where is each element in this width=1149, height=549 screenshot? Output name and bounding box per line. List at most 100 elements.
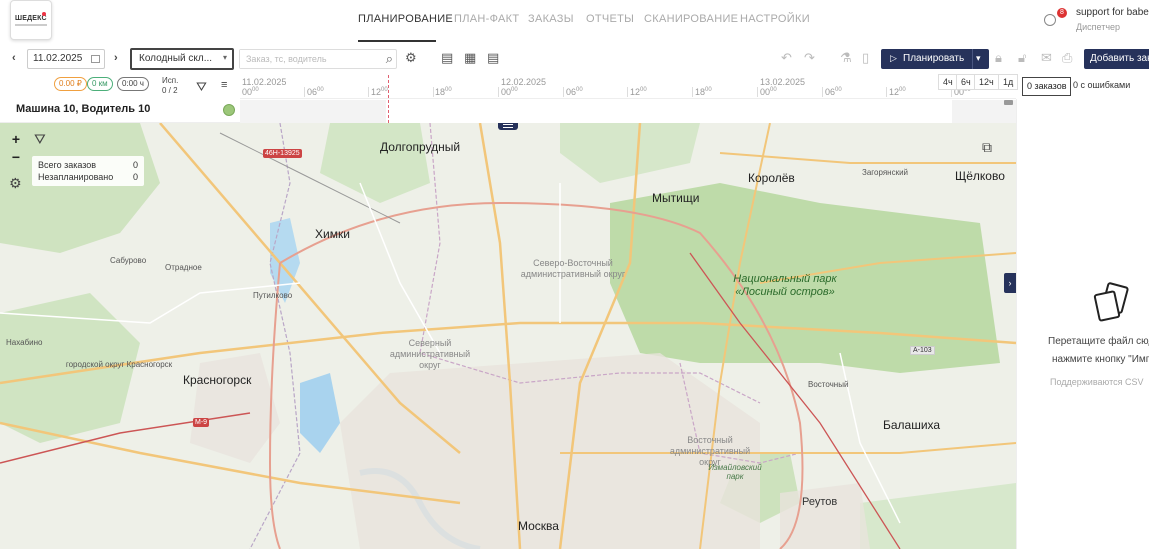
map-label-korolev: Королёв bbox=[748, 171, 795, 185]
map-label-shchelkovo: Щёлково bbox=[955, 169, 1005, 183]
optimize-icon[interactable]: ⚗ bbox=[840, 50, 852, 66]
search-input[interactable] bbox=[240, 50, 370, 68]
warehouse-select[interactable]: Колодный скл... ▾ bbox=[130, 48, 234, 70]
app-header: ШЕДЕКС ПЛАНИРОВАНИЕ ПЛАН-ФАКТ ЗАКАЗЫ ОТЧ… bbox=[0, 0, 1149, 42]
map-label-moskva: Москва bbox=[518, 519, 559, 533]
user-status-icon[interactable] bbox=[1044, 14, 1056, 26]
lock-icon[interactable]: 🔒︎ bbox=[995, 50, 1002, 66]
chevron-down-icon: ▾ bbox=[222, 53, 227, 62]
unplanned-value: 0 bbox=[132, 172, 138, 182]
timeline-tick bbox=[627, 87, 628, 97]
road-badge: А-103 bbox=[910, 346, 935, 355]
timeline-tick bbox=[304, 87, 305, 97]
timeline-hour: 1200 bbox=[371, 87, 388, 97]
nav-active-underline bbox=[358, 40, 436, 42]
timeline-hour: 0600 bbox=[307, 87, 324, 97]
used-value: 0 / 2 bbox=[162, 86, 178, 95]
timeline-tick bbox=[822, 87, 823, 97]
sort-icon[interactable]: ≡ bbox=[221, 79, 227, 91]
qr-code-icon[interactable]: ▦ bbox=[464, 50, 476, 66]
mail-icon[interactable]: ✉ bbox=[1041, 50, 1052, 66]
duration-badge: 0:00 ч bbox=[117, 77, 149, 91]
document-icon[interactable]: ▯ bbox=[862, 50, 869, 66]
supported-formats: Поддерживаются CSV bbox=[1050, 377, 1144, 387]
app-logo[interactable]: ШЕДЕКС bbox=[10, 0, 52, 40]
date-field[interactable]: 11.02.2025 bbox=[27, 49, 105, 69]
redo-icon[interactable]: ↷ bbox=[804, 50, 815, 66]
timeline-hour: 0600 bbox=[825, 87, 842, 97]
chevron-down-icon[interactable]: ▾ bbox=[976, 53, 981, 64]
search-icon[interactable]: ⌕ bbox=[386, 51, 393, 67]
user-role: Диспетчер bbox=[1076, 22, 1121, 32]
timeline-track[interactable] bbox=[240, 100, 1016, 123]
timeline-hour: 0000 bbox=[242, 87, 259, 97]
timeline-scroll-icon[interactable] bbox=[1004, 100, 1013, 105]
timeline-tick bbox=[563, 87, 564, 97]
play-icon: ▷ bbox=[890, 53, 897, 63]
nav-reports[interactable]: ОТЧЕТЫ bbox=[586, 13, 634, 25]
printer-icon[interactable]: ⎙ bbox=[1062, 50, 1072, 66]
planning-toolbar: ‹ 11.02.2025 › Колодный скл... ▾ ⌕ ⚙ ▤ ▦… bbox=[0, 44, 1149, 74]
nav-orders[interactable]: ЗАКАЗЫ bbox=[528, 13, 574, 25]
plan-button-divider bbox=[972, 49, 973, 69]
drop-instruction: Перетащите файл сюда или bbox=[1048, 336, 1149, 347]
filter-icon[interactable]: ⛛ bbox=[196, 79, 207, 95]
prev-date-icon[interactable]: ‹ bbox=[12, 52, 16, 64]
undo-icon[interactable]: ↶ bbox=[781, 50, 792, 66]
user-name[interactable]: support for baber bbox=[1076, 7, 1149, 18]
open-external-icon[interactable]: ⧉ bbox=[982, 139, 992, 156]
search-field[interactable]: ⌕ bbox=[239, 49, 397, 69]
cost-badge: 0.00 ₽ bbox=[54, 77, 87, 91]
zoom-in-button[interactable]: + bbox=[6, 131, 26, 147]
scale-12h-button[interactable]: 12ч bbox=[974, 74, 999, 90]
map-filter-icon[interactable]: ⛛ bbox=[34, 131, 46, 148]
unlock-icon[interactable]: 🔓︎ bbox=[1018, 50, 1026, 66]
timeline-hour: 0000 bbox=[760, 87, 777, 97]
export-list-icon[interactable]: ▤ bbox=[441, 50, 453, 66]
current-time-line bbox=[388, 75, 389, 123]
map-label-putilkovo: Путилково bbox=[253, 291, 293, 300]
nav-plan-fact[interactable]: ПЛАН-ФАКТ bbox=[454, 13, 519, 25]
map-stats-panel: Всего заказов 0 Незапланировано 0 bbox=[32, 156, 144, 186]
scale-4h-button[interactable]: 4ч bbox=[938, 74, 958, 90]
timeline-off-hours bbox=[240, 100, 386, 123]
unplanned-label: Незапланировано bbox=[38, 172, 114, 182]
vehicle-name: Машина 10, Водитель 10 bbox=[16, 103, 151, 115]
plan-button[interactable]: ▷ Планировать ▾ bbox=[881, 49, 989, 69]
map-label-vostochny: Восточный bbox=[808, 380, 849, 389]
nav-planning[interactable]: ПЛАНИРОВАНИЕ bbox=[358, 13, 453, 25]
total-orders-label: Всего заказов bbox=[38, 160, 97, 170]
scale-1d-button[interactable]: 1д bbox=[998, 74, 1019, 90]
map-canvas bbox=[0, 123, 1016, 549]
map-label-krasnogorsk-district: городской округ Красногорск bbox=[65, 360, 173, 369]
orders-panel: Перетащите файл сюда или нажмите кнопку … bbox=[1016, 99, 1149, 549]
map-label-otradnoe: Отрадное bbox=[165, 263, 202, 272]
nav-scanning[interactable]: СКАНИРОВАНИЕ bbox=[644, 13, 738, 25]
map-label-sao: Северный административный округ bbox=[389, 338, 471, 370]
calendar-icon[interactable] bbox=[91, 55, 100, 63]
notification-badge[interactable]: 8 bbox=[1057, 8, 1067, 18]
print-list-icon[interactable]: ▤ bbox=[487, 50, 499, 66]
timeline-hour: 1200 bbox=[630, 87, 647, 97]
next-date-icon[interactable]: › bbox=[114, 52, 118, 64]
add-order-button[interactable]: Добавить зак bbox=[1084, 49, 1149, 69]
zoom-out-button[interactable]: − bbox=[6, 149, 26, 165]
vehicle-status-icon[interactable] bbox=[223, 104, 235, 116]
used-label: Исп. bbox=[162, 76, 179, 85]
expand-side-panel-icon[interactable]: › bbox=[1004, 273, 1016, 293]
map-settings-icon[interactable]: ⚙ bbox=[9, 175, 22, 192]
panel-resize-handle[interactable] bbox=[498, 123, 518, 130]
timeline-tick bbox=[433, 87, 434, 97]
map-view[interactable]: Долгопрудный Химки Мытищи Королёв Загоря… bbox=[0, 123, 1016, 549]
map-label-mytishchi: Мытищи bbox=[652, 191, 700, 205]
scale-6h-button[interactable]: 6ч bbox=[956, 74, 976, 90]
vehicle-row[interactable]: Машина 10, Водитель 10 bbox=[0, 99, 240, 123]
tab-errors[interactable]: 0 с ошибками bbox=[1073, 80, 1130, 90]
map-label-izmailovsky: Измайловский парк bbox=[708, 463, 762, 481]
nav-settings[interactable]: НАСТРОЙКИ bbox=[740, 13, 810, 25]
map-label-nakhabino: Нахабино bbox=[6, 338, 43, 347]
tab-orders[interactable]: 0 заказов bbox=[1022, 77, 1071, 96]
gear-icon[interactable]: ⚙ bbox=[405, 50, 417, 66]
timeline-tick bbox=[692, 87, 693, 97]
timeline-hour: 0000 bbox=[501, 87, 518, 97]
